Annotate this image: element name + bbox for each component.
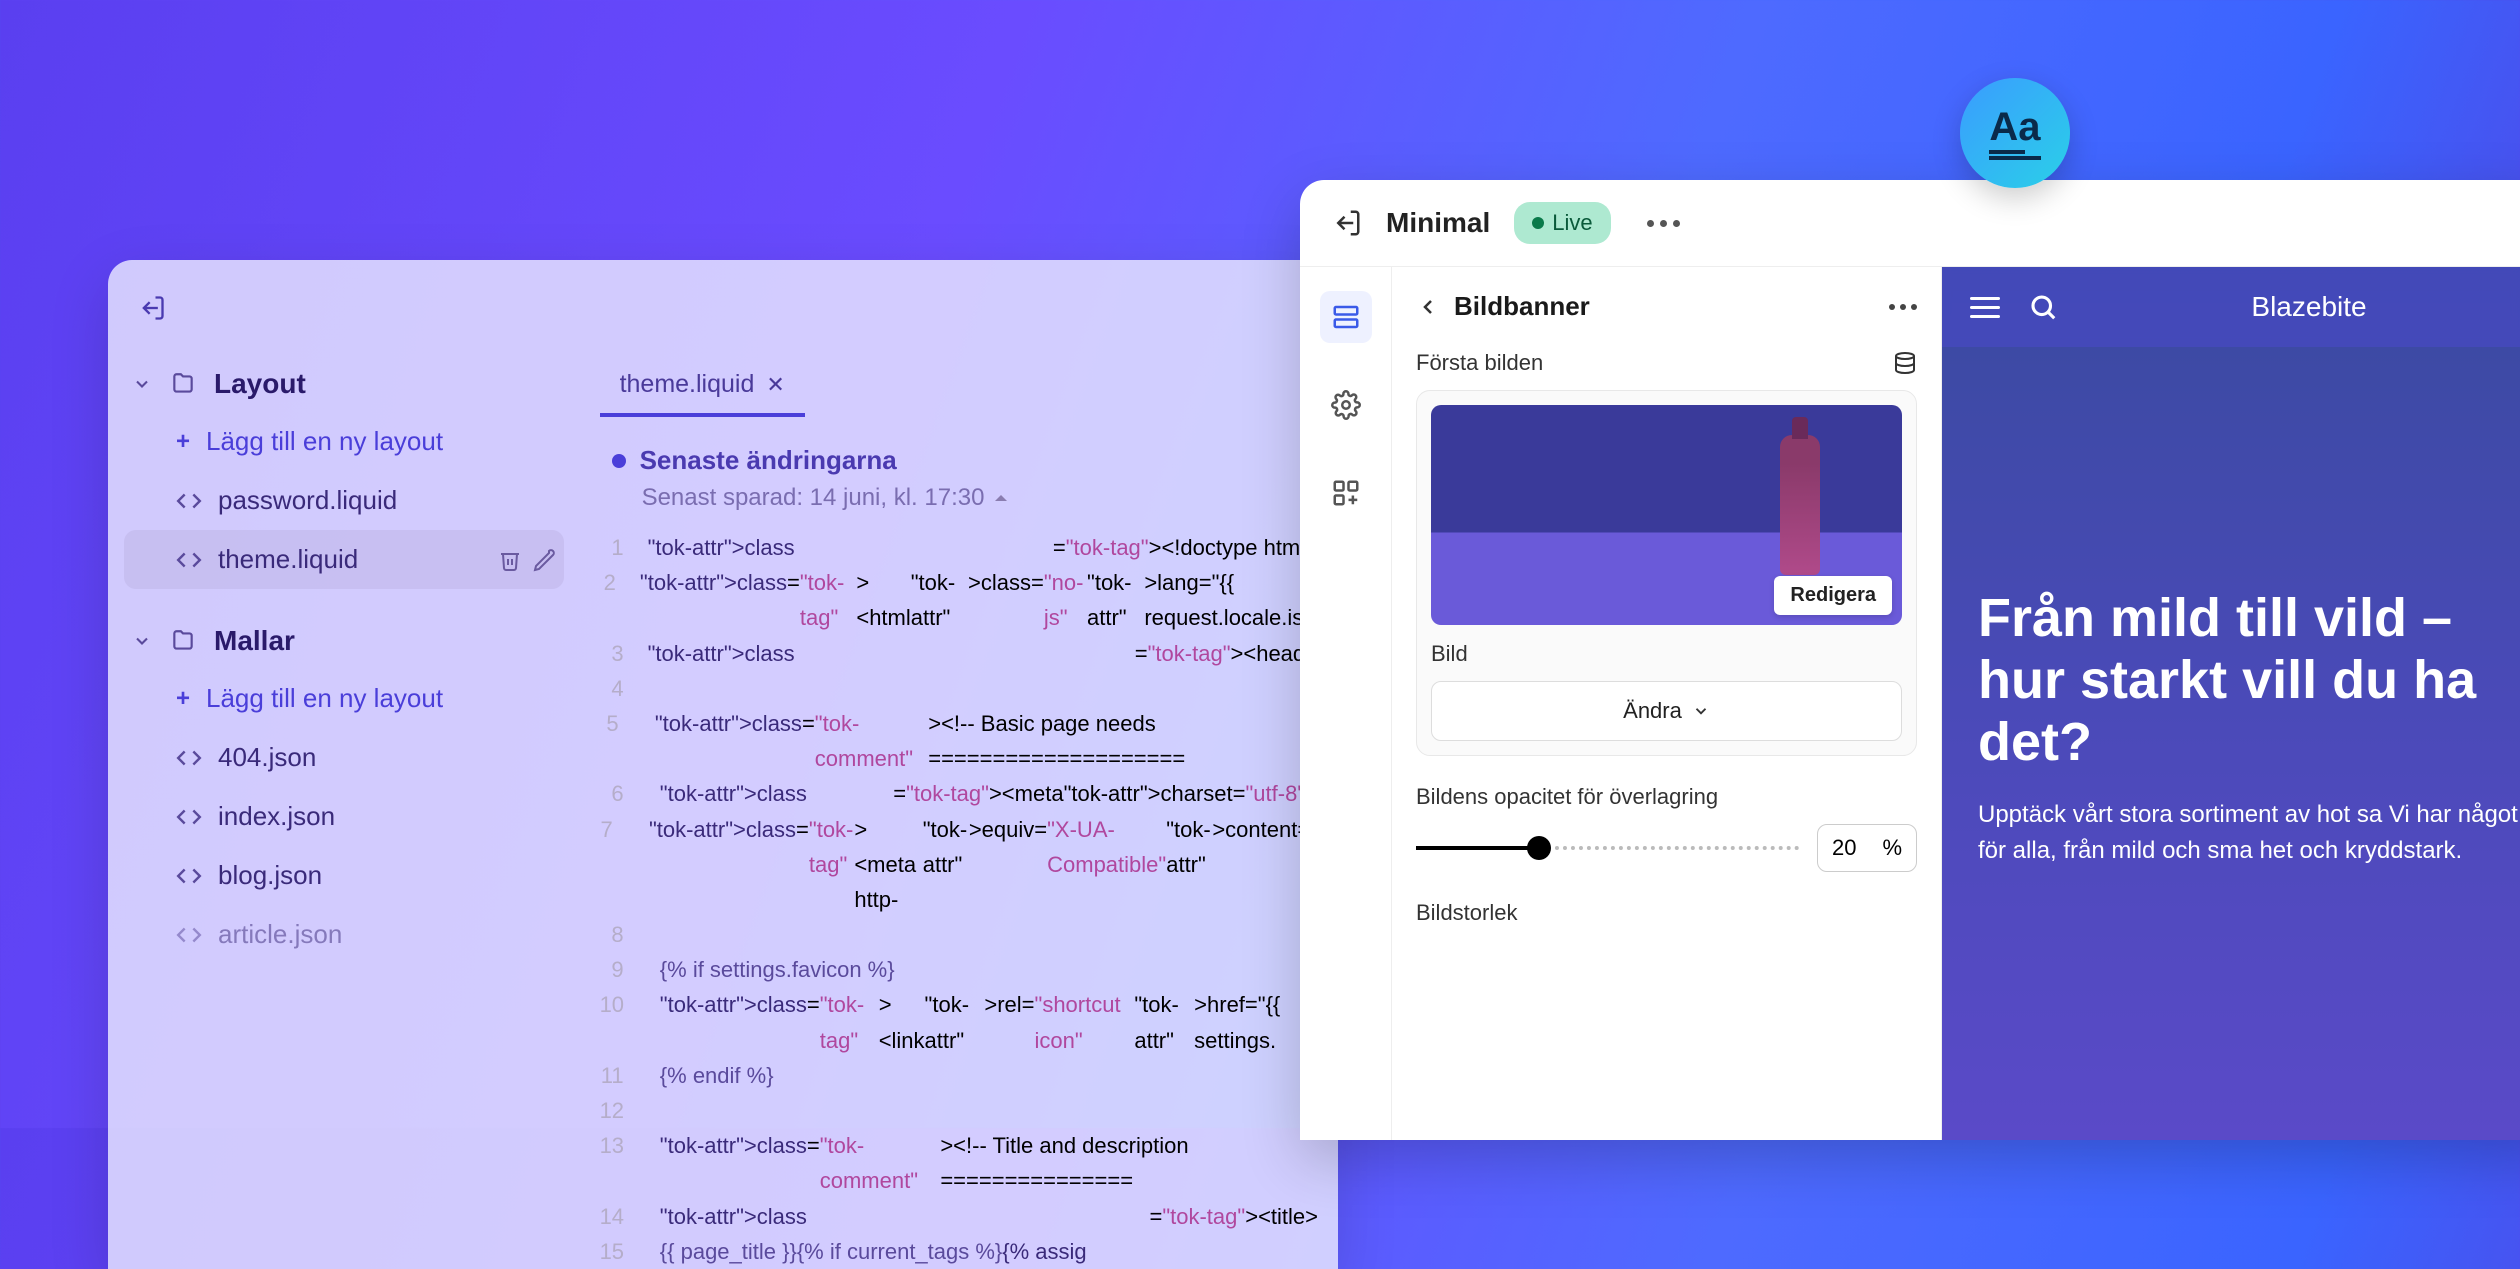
settings-panel: Bildbanner Första bilden Redigera Bild Ä… — [1392, 267, 1942, 1140]
panel-more-button[interactable] — [1889, 304, 1917, 310]
aa-icon: Aa — [1989, 107, 2040, 160]
product-bottle-graphic — [1780, 435, 1820, 575]
hero-title: Från mild till vild – hur starkt vill du… — [1978, 587, 2520, 773]
nav-settings[interactable] — [1320, 379, 1372, 431]
close-icon[interactable]: ✕ — [766, 372, 784, 398]
section-title: Layout — [214, 368, 306, 400]
first-image-label: Första bilden — [1416, 350, 1917, 376]
file-item-404[interactable]: 404.json — [124, 728, 564, 787]
section-title: Mallar — [214, 625, 295, 657]
file-item-article[interactable]: article.json — [124, 905, 564, 964]
hero-subtitle: Upptäck vårt stora sortiment av hot sa V… — [1978, 797, 2520, 869]
chevron-down-icon — [132, 374, 152, 394]
tree-section-templates[interactable]: Mallar — [124, 613, 564, 669]
nav-rail — [1300, 267, 1392, 1140]
hero-section: Från mild till vild – hur starkt vill du… — [1942, 347, 2520, 869]
typography-badge: Aa — [1960, 78, 2070, 188]
image-preview[interactable]: Redigera — [1431, 405, 1902, 625]
last-saved-text: Senast sparad: 14 juni, kl. 17:30 — [642, 484, 985, 512]
image-sub-label: Bild — [1431, 641, 1902, 667]
code-icon — [176, 745, 202, 771]
theme-editor-window: Minimal Live Bildbanner — [1300, 180, 2520, 1140]
file-tree-sidebar: Layout + Lägg till en ny layout password… — [108, 356, 580, 1269]
opacity-label: Bildens opacitet för överlagring — [1416, 784, 1917, 810]
exit-button[interactable] — [1332, 208, 1362, 238]
theme-titlebar: Minimal Live — [1300, 180, 2520, 267]
code-editor-window: Layout + Lägg till en ny layout password… — [108, 260, 1338, 1269]
code-content[interactable]: 1"tok-attr">class="tok-tag"><!doctype ht… — [600, 530, 1318, 1269]
changes-title: Senaste ändringarna — [640, 445, 897, 476]
editor-tab[interactable]: theme.liquid ✕ — [600, 356, 805, 417]
nav-sections[interactable] — [1320, 291, 1372, 343]
image-card: Redigera Bild Ändra — [1416, 390, 1917, 756]
add-template-button[interactable]: + Lägg till en ny layout — [124, 669, 564, 728]
plus-icon: + — [176, 685, 190, 713]
nav-apps[interactable] — [1320, 467, 1372, 519]
code-icon — [176, 547, 202, 573]
dynamic-source-icon[interactable] — [1893, 351, 1917, 375]
chevron-down-icon — [1692, 702, 1710, 720]
image-size-label: Bildstorlek — [1416, 900, 1917, 926]
opacity-value-input[interactable]: 20 % — [1817, 824, 1917, 872]
tree-section-layout[interactable]: Layout — [124, 356, 564, 412]
plus-icon: + — [176, 428, 190, 456]
folder-icon — [170, 371, 196, 397]
trash-icon[interactable] — [498, 548, 522, 572]
code-editor-area: theme.liquid ✕ Senaste ändringarna Senas… — [580, 356, 1338, 1269]
tab-filename: theme.liquid — [620, 370, 755, 399]
exit-button[interactable] — [136, 292, 168, 324]
unsaved-dot-icon — [612, 454, 626, 468]
file-item-index[interactable]: index.json — [124, 787, 564, 846]
panel-title: Bildbanner — [1454, 291, 1875, 322]
code-icon — [176, 488, 202, 514]
search-icon[interactable] — [2028, 292, 2058, 322]
code-icon — [176, 863, 202, 889]
back-button[interactable] — [1416, 295, 1440, 319]
store-brand: Blazebite — [2251, 291, 2366, 323]
slider-thumb[interactable] — [1527, 836, 1551, 860]
caret-up-icon[interactable] — [992, 489, 1010, 507]
file-item-blog[interactable]: blog.json — [124, 846, 564, 905]
chevron-down-icon — [132, 631, 152, 651]
hamburger-menu-icon[interactable] — [1970, 297, 2000, 318]
change-image-button[interactable]: Ändra — [1431, 681, 1902, 741]
preview-pane: Blazebite Från mild till vild – hur star… — [1942, 267, 2520, 1140]
edit-icon[interactable] — [532, 548, 556, 572]
live-status-badge: Live — [1514, 202, 1610, 244]
add-layout-button[interactable]: + Lägg till en ny layout — [124, 412, 564, 471]
theme-name: Minimal — [1386, 207, 1490, 239]
edit-image-button[interactable]: Redigera — [1774, 576, 1892, 615]
code-icon — [176, 804, 202, 830]
opacity-slider[interactable] — [1416, 846, 1799, 850]
folder-icon — [170, 628, 196, 654]
preview-topbar: Blazebite — [1942, 267, 2520, 347]
status-dot-icon — [1532, 217, 1544, 229]
more-actions-button[interactable] — [1647, 220, 1680, 227]
code-icon — [176, 922, 202, 948]
file-item-theme[interactable]: theme.liquid — [124, 530, 564, 589]
file-item-password[interactable]: password.liquid — [124, 471, 564, 530]
